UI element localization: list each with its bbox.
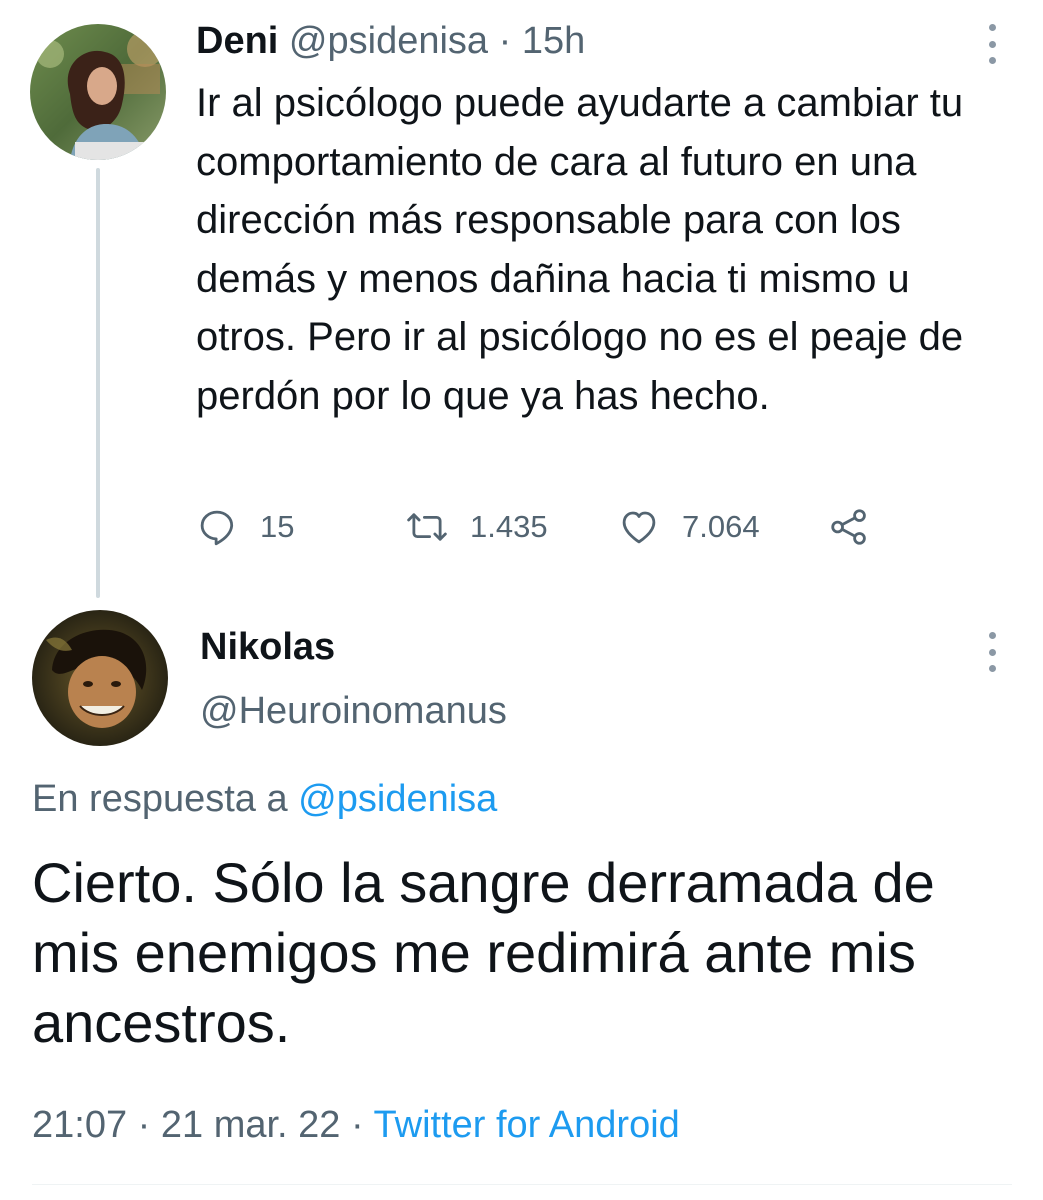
- parent-tweet-text: Ir al psicólogo puede ayudarte a cambiar…: [196, 81, 964, 418]
- like-button[interactable]: 7.064: [618, 502, 760, 552]
- retweet-icon: [407, 513, 447, 541]
- nikolas-avatar[interactable]: [32, 610, 168, 746]
- deni-avatar[interactable]: [30, 24, 166, 160]
- reply-time[interactable]: 21:07: [32, 1104, 127, 1146]
- replying-to-mention[interactable]: @psidenisa: [298, 778, 497, 820]
- more-icon: [988, 632, 996, 639]
- thread-connector-line: [96, 168, 100, 598]
- more-icon: [988, 24, 996, 31]
- parent-tweet-header: Deni @psidenisa · 15h: [196, 18, 585, 64]
- like-count: 7.064: [682, 509, 760, 544]
- reply-count: 15: [260, 509, 295, 544]
- replying-to-line: En respuesta a @psidenisa: [32, 776, 497, 822]
- replying-to-prefix: En respuesta a: [32, 778, 288, 820]
- share-button[interactable]: [828, 502, 870, 552]
- parent-handle[interactable]: @psidenisa: [289, 20, 488, 62]
- retweet-button[interactable]: 1.435: [406, 502, 548, 552]
- meta-separator-1: ·: [137, 1104, 151, 1146]
- reply-date[interactable]: 21 mar. 22: [161, 1104, 341, 1146]
- like-icon: [622, 511, 656, 544]
- bottom-divider: [32, 1184, 1012, 1185]
- parent-display-name[interactable]: Deni: [196, 20, 278, 62]
- reply-icon: [200, 510, 234, 546]
- retweet-count: 1.435: [470, 509, 548, 544]
- deni-avatar-image: [30, 24, 166, 160]
- nikolas-avatar-image: [32, 610, 168, 746]
- reply-source-link[interactable]: Twitter for Android: [374, 1104, 680, 1146]
- meta-separator-2: ·: [351, 1104, 364, 1146]
- reply-more-button[interactable]: [982, 632, 1002, 672]
- reply-button[interactable]: 15: [196, 502, 294, 552]
- parent-separator: ·: [498, 20, 512, 62]
- reply-handle[interactable]: @Heuroinomanus: [200, 688, 507, 734]
- reply-display-name[interactable]: Nikolas: [200, 624, 335, 670]
- reply-meta-line: 21:07 · 21 mar. 22 · Twitter for Android: [32, 1102, 680, 1148]
- share-icon: [831, 509, 866, 545]
- parent-more-button[interactable]: [982, 24, 1002, 64]
- reply-tweet-text: Cierto. Sólo la sangre derramada de mis …: [32, 851, 935, 1054]
- parent-timestamp[interactable]: 15h: [522, 20, 585, 62]
